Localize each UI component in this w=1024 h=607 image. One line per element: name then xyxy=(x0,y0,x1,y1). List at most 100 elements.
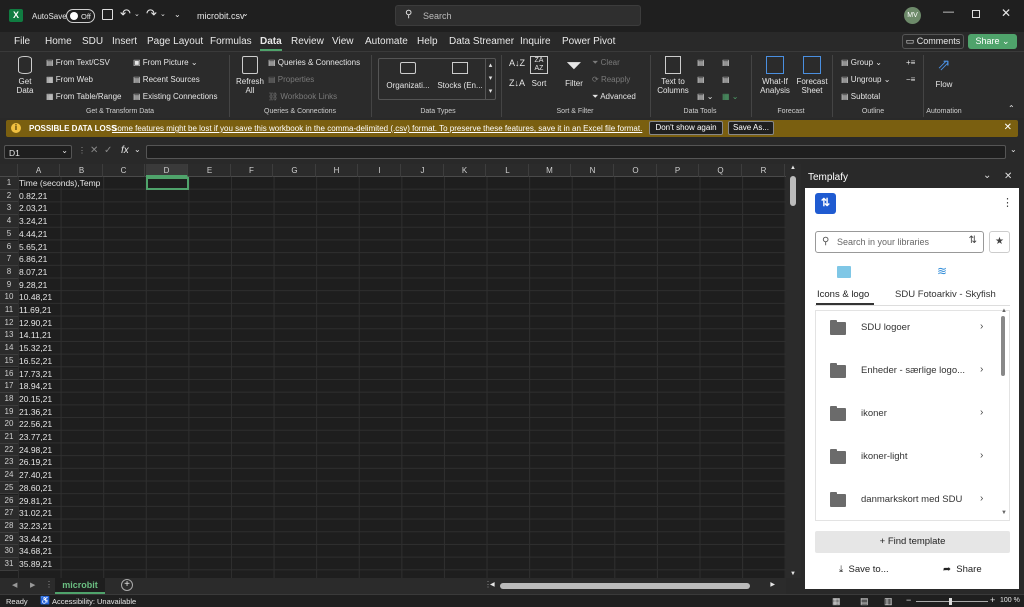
row-header[interactable]: 31 xyxy=(0,558,18,571)
tab-view[interactable]: View xyxy=(332,36,354,47)
folder-item[interactable]: SDU logoer › xyxy=(828,319,998,339)
row-header[interactable]: 3 xyxy=(0,202,18,216)
cell-a[interactable]: 35.89,21 xyxy=(19,558,52,570)
library-search-input[interactable]: ⚲ Search in your libraries ⇅ xyxy=(815,231,984,253)
group-button[interactable]: ▤ Group ⌄ xyxy=(841,58,882,67)
from-picture-button[interactable]: ▣ From Picture ⌄ xyxy=(133,58,198,67)
autosave-toggle[interactable]: Off xyxy=(66,9,95,23)
cell-a[interactable]: 18.94,21 xyxy=(19,380,52,392)
column-header-m[interactable]: M xyxy=(529,164,571,177)
column-header-d[interactable]: D xyxy=(146,164,188,177)
tab-review[interactable]: Review xyxy=(291,36,324,47)
worksheet-grid[interactable]: 1 Time (seconds),Temp 2 0.82,21 3 2.03,21 4 3.2… xyxy=(0,177,786,579)
column-header-q[interactable]: Q xyxy=(700,164,742,177)
remove-duplicates-button[interactable]: ▤ xyxy=(697,75,705,84)
zoom-out-icon[interactable]: − xyxy=(906,595,911,605)
recent-sources-button[interactable]: ▤ Recent Sources xyxy=(133,75,200,84)
redo-icon[interactable]: ↷ xyxy=(146,6,157,22)
from-table-range-button[interactable]: ▦ From Table/Range xyxy=(46,92,121,101)
cell-a[interactable]: 22.56,21 xyxy=(19,418,52,430)
row-header[interactable]: 1 xyxy=(0,177,18,190)
filename[interactable]: microbit.csv xyxy=(197,11,245,21)
pane-scroll-down-icon[interactable]: ▼ xyxy=(1001,510,1007,516)
column-header-l[interactable]: L xyxy=(487,164,529,177)
cell-a[interactable]: 23.77,21 xyxy=(19,431,52,443)
cell-a[interactable]: 11.69,21 xyxy=(19,304,51,316)
row-header[interactable]: 19 xyxy=(0,405,18,419)
row-header[interactable]: 4 xyxy=(0,215,18,228)
formula-input[interactable] xyxy=(146,145,1006,159)
column-header-e[interactable]: E xyxy=(189,164,231,177)
forecast-sheet-button[interactable]: Forecast Sheet xyxy=(795,56,829,95)
pane-menu-icon[interactable]: ⋮ xyxy=(1002,196,1013,209)
redo-dropdown-icon[interactable]: ⌄ xyxy=(160,10,166,18)
dont-show-again-button[interactable]: Don't show again xyxy=(649,121,723,135)
cell-a[interactable]: Time (seconds),Temp xyxy=(19,177,100,189)
scroll-up-icon[interactable]: ▲ xyxy=(790,165,796,171)
column-header-h[interactable]: H xyxy=(316,164,358,177)
search-box[interactable]: ⚲ Search xyxy=(395,5,641,26)
row-header[interactable]: 9 xyxy=(0,278,18,292)
save-as-button[interactable]: Save As... xyxy=(728,121,774,135)
row-header[interactable]: 27 xyxy=(0,507,18,520)
refresh-all-button[interactable]: Refresh All xyxy=(234,56,266,95)
row-header[interactable]: 14 xyxy=(0,342,18,355)
zoom-level[interactable]: 100 % xyxy=(1000,597,1020,604)
banner-close-icon[interactable]: ✕ xyxy=(1004,122,1012,133)
enter-formula-icon[interactable]: ✓ xyxy=(104,145,112,156)
flow-button[interactable]: ⇗ Flow xyxy=(929,56,959,89)
row-header[interactable]: 25 xyxy=(0,481,18,495)
more-sheets-icon[interactable]: ⋮ xyxy=(45,580,53,589)
row-header[interactable]: 28 xyxy=(0,519,18,533)
row-header[interactable]: 10 xyxy=(0,291,18,304)
tab-sdu[interactable]: SDU xyxy=(82,36,103,47)
row-header[interactable]: 13 xyxy=(0,329,18,343)
queries-connections-button[interactable]: ▤ Queries & Connections xyxy=(268,58,360,67)
folder-item[interactable]: Enheder - særlige logo... › xyxy=(828,362,998,382)
save-to-button[interactable]: ⤓ Save to... xyxy=(839,564,889,575)
scroll-down-icon[interactable]: ▼ xyxy=(790,571,796,577)
page-layout-view-icon[interactable]: ▤ xyxy=(860,596,869,607)
filename-chevron-icon[interactable]: ⌄ xyxy=(242,9,249,18)
row-header[interactable]: 8 xyxy=(0,265,18,279)
scroll-left-icon[interactable]: ◀ xyxy=(490,581,495,588)
row-header[interactable]: 21 xyxy=(0,431,18,444)
cell-a[interactable]: 6.86,21 xyxy=(19,253,47,265)
horizontal-scrollbar[interactable]: ◀ ▶ xyxy=(490,581,775,591)
pane-scrollbar[interactable] xyxy=(1001,316,1005,376)
row-header[interactable]: 17 xyxy=(0,380,18,393)
column-header-f[interactable]: F xyxy=(231,164,273,177)
tab-data[interactable]: Data xyxy=(260,36,282,51)
cell-a[interactable]: 31.02,21 xyxy=(19,507,52,519)
tab-data-streamer[interactable]: Data Streamer xyxy=(449,36,514,47)
cell-a[interactable]: 8.07,21 xyxy=(19,266,47,278)
zoom-slider-thumb[interactable] xyxy=(949,598,952,605)
column-header-n[interactable]: N xyxy=(572,164,614,177)
sort-descending-button[interactable]: Z↓A xyxy=(509,78,525,88)
clear-button[interactable]: ⏷ Clear xyxy=(592,58,620,68)
column-header-i[interactable]: I xyxy=(359,164,401,177)
row-header[interactable]: 5 xyxy=(0,227,18,241)
comments-button[interactable]: ▭ Comments xyxy=(902,34,964,49)
workbook-links-button[interactable]: ⛓ Workbook Links xyxy=(268,92,337,101)
consolidate-button[interactable]: ▤ xyxy=(722,58,730,67)
customize-toolbar-icon[interactable]: ⌄ xyxy=(174,10,181,19)
tab-file[interactable]: File xyxy=(14,36,30,47)
column-header-r[interactable]: R xyxy=(743,164,785,177)
data-validation-button[interactable]: ▤ ⌄ xyxy=(697,92,713,101)
column-header-b[interactable]: B xyxy=(61,164,103,177)
row-header[interactable]: 30 xyxy=(0,545,18,558)
fx-dropdown-icon[interactable]: ⌄ xyxy=(134,145,141,154)
text-to-columns-button[interactable]: Text to Columns xyxy=(656,56,690,95)
cell-a[interactable]: 33.44,21 xyxy=(19,533,52,545)
what-if-analysis-button[interactable]: What-If Analysis xyxy=(756,56,794,95)
undo-icon[interactable]: ↶ xyxy=(120,6,131,22)
share-button[interactable]: Share ⌄ xyxy=(968,34,1017,49)
page-break-view-icon[interactable]: ▥ xyxy=(884,596,893,607)
tab-sdu-fotoarkiv[interactable]: SDU Fotoarkiv - Skyfish xyxy=(895,289,996,300)
row-header[interactable]: 11 xyxy=(0,304,18,317)
sort-icon[interactable]: ⇅ xyxy=(969,235,977,246)
reapply-button[interactable]: ⟳ Reapply xyxy=(592,75,630,84)
cell-a[interactable]: 26.19,21 xyxy=(19,456,52,468)
column-header-g[interactable]: G xyxy=(274,164,316,177)
